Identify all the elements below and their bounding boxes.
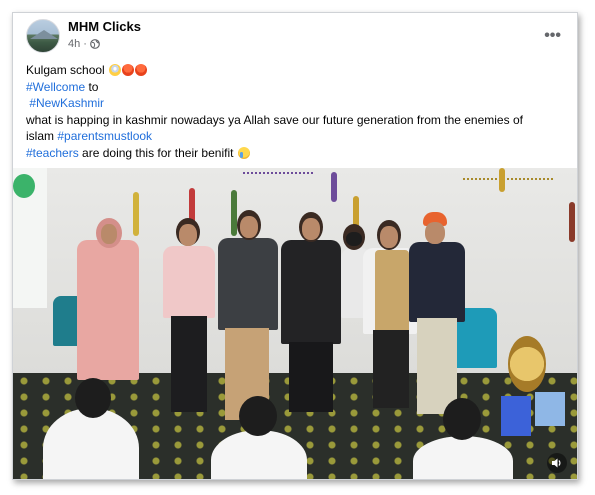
post-time[interactable]: 4h <box>68 38 80 50</box>
caption-line-2-text: to <box>85 79 99 94</box>
crying-face-emoji-icon <box>237 146 250 159</box>
caption-line-1: Kulgam school <box>26 63 105 77</box>
angry-face-emoji-icon <box>135 64 148 76</box>
post-video[interactable] <box>13 168 577 479</box>
hashtag-parentsmustlook[interactable]: #parentsmustlook <box>57 129 152 143</box>
viewer-student <box>413 436 513 479</box>
volume-icon[interactable] <box>547 453 567 473</box>
more-options-icon[interactable]: ••• <box>544 27 561 45</box>
viewer-student <box>43 408 139 479</box>
balloon-decoration <box>13 174 35 198</box>
facebook-post-card: MHM Clicks 4h · ••• Kulgam school #Wellc… <box>12 12 578 480</box>
poster-avatar[interactable] <box>26 19 60 53</box>
globe-icon <box>90 39 100 49</box>
hashtag-teachers[interactable]: #teachers <box>26 146 79 160</box>
caption-line-6-text: are doing this for their benifit <box>78 145 234 160</box>
hashtag-wellcome[interactable]: #Wellcome <box>26 80 85 94</box>
face-screaming-emoji-icon <box>109 64 122 76</box>
angry-face-emoji-icon <box>122 64 135 76</box>
poster-name[interactable]: MHM Clicks <box>68 19 141 34</box>
post-caption: Kulgam school #Wellcome to #NewKashmir w… <box>26 62 566 161</box>
caption-line-5-text: islam <box>26 129 58 143</box>
hashtag-newkashmir[interactable]: #NewKashmir <box>29 96 104 110</box>
post-meta: 4h · <box>68 38 100 50</box>
post-header: MHM Clicks 4h · ••• <box>13 13 577 63</box>
caption-line-4: what is happing in kashmir nowadays ya A… <box>26 112 523 127</box>
